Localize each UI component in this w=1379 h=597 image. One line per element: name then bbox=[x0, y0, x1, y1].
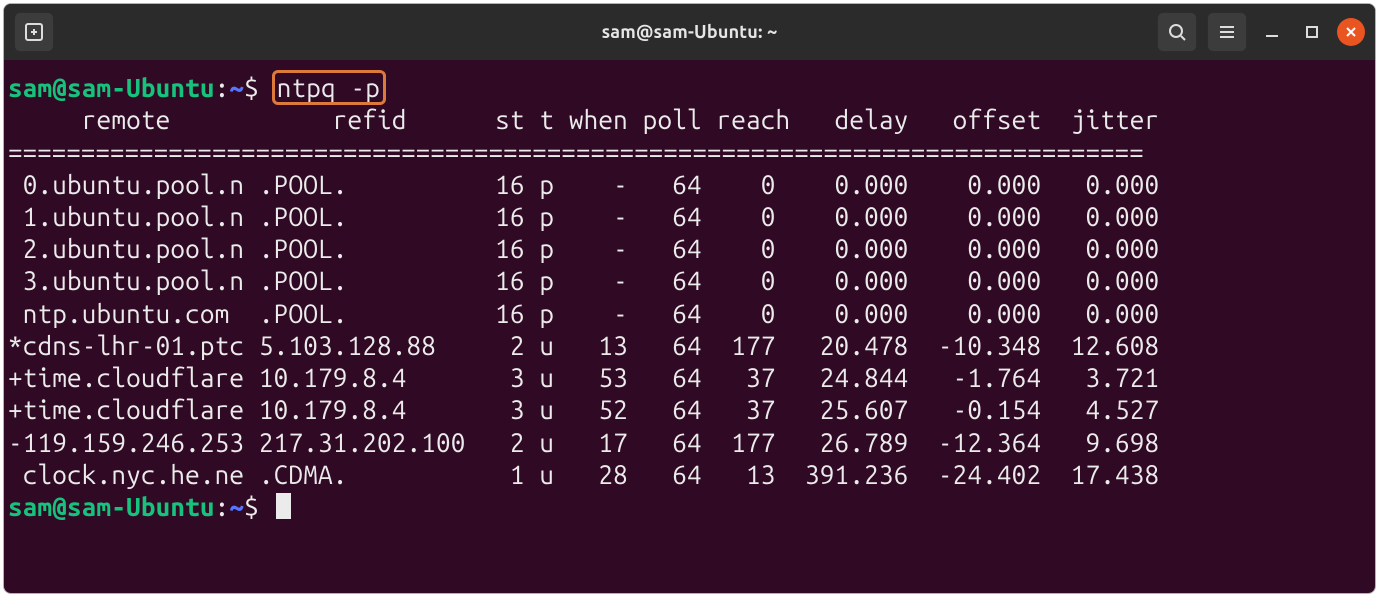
prompt-dollar: $ bbox=[244, 492, 259, 521]
ntpq-row: 3.ubuntu.pool.n .POOL. 16 p - 64 0 0.000… bbox=[8, 266, 1159, 295]
new-tab-button[interactable] bbox=[14, 12, 54, 52]
ntpq-row: 2.ubuntu.pool.n .POOL. 16 p - 64 0 0.000… bbox=[8, 234, 1159, 263]
ntpq-row: -119.159.246.253 217.31.202.100 2 u 17 6… bbox=[8, 428, 1159, 457]
cursor bbox=[276, 493, 291, 519]
prompt-line-2: sam@sam-Ubuntu:~$ bbox=[8, 492, 291, 521]
maximize-icon bbox=[1305, 25, 1319, 39]
title-bar: sam@sam-Ubuntu: ~ bbox=[4, 4, 1375, 60]
close-button[interactable] bbox=[1337, 18, 1365, 46]
highlighted-command: ntpq -p bbox=[272, 70, 386, 105]
menu-button[interactable] bbox=[1207, 12, 1247, 52]
minimize-button[interactable] bbox=[1257, 17, 1287, 47]
ntpq-row: *cdns-lhr-01.ptc 5.103.128.88 2 u 13 64 … bbox=[8, 331, 1159, 360]
search-button[interactable] bbox=[1157, 12, 1197, 52]
close-icon bbox=[1344, 25, 1358, 39]
ntpq-row: ntp.ubuntu.com .POOL. 16 p - 64 0 0.000 … bbox=[8, 299, 1159, 328]
terminal-viewport[interactable]: sam@sam-Ubuntu:~$ ntpq -p remote refid s… bbox=[4, 60, 1375, 593]
window-title: sam@sam-Ubuntu: ~ bbox=[602, 22, 778, 42]
prompt-sep: : bbox=[215, 492, 230, 521]
prompt-dollar: $ bbox=[244, 73, 259, 102]
prompt-line-1: sam@sam-Ubuntu:~$ ntpq -p bbox=[8, 73, 386, 102]
prompt-user: sam@sam-Ubuntu bbox=[8, 73, 215, 102]
prompt-path: ~ bbox=[229, 492, 244, 521]
minimize-icon bbox=[1264, 24, 1280, 40]
prompt-sep: : bbox=[215, 73, 230, 102]
ntpq-row: clock.nyc.he.ne .CDMA. 1 u 28 64 13 391.… bbox=[8, 460, 1159, 489]
ntpq-row: 0.ubuntu.pool.n .POOL. 16 p - 64 0 0.000… bbox=[8, 170, 1159, 199]
ntpq-row: +time.cloudflare 10.179.8.4 3 u 53 64 37… bbox=[8, 363, 1159, 392]
ntpq-separator: ========================================… bbox=[8, 137, 1144, 166]
hamburger-icon bbox=[1217, 22, 1237, 42]
ntpq-row: 1.ubuntu.pool.n .POOL. 16 p - 64 0 0.000… bbox=[8, 202, 1159, 231]
ntpq-row: +time.cloudflare 10.179.8.4 3 u 52 64 37… bbox=[8, 395, 1159, 424]
search-icon bbox=[1167, 22, 1187, 42]
prompt-path: ~ bbox=[229, 73, 244, 102]
new-tab-icon bbox=[23, 21, 45, 43]
prompt-user: sam@sam-Ubuntu bbox=[8, 492, 215, 521]
maximize-button[interactable] bbox=[1297, 17, 1327, 47]
terminal-window: sam@sam-Ubuntu: ~ bbox=[4, 4, 1375, 593]
ntpq-header: remote refid st t when poll reach delay … bbox=[8, 105, 1159, 134]
